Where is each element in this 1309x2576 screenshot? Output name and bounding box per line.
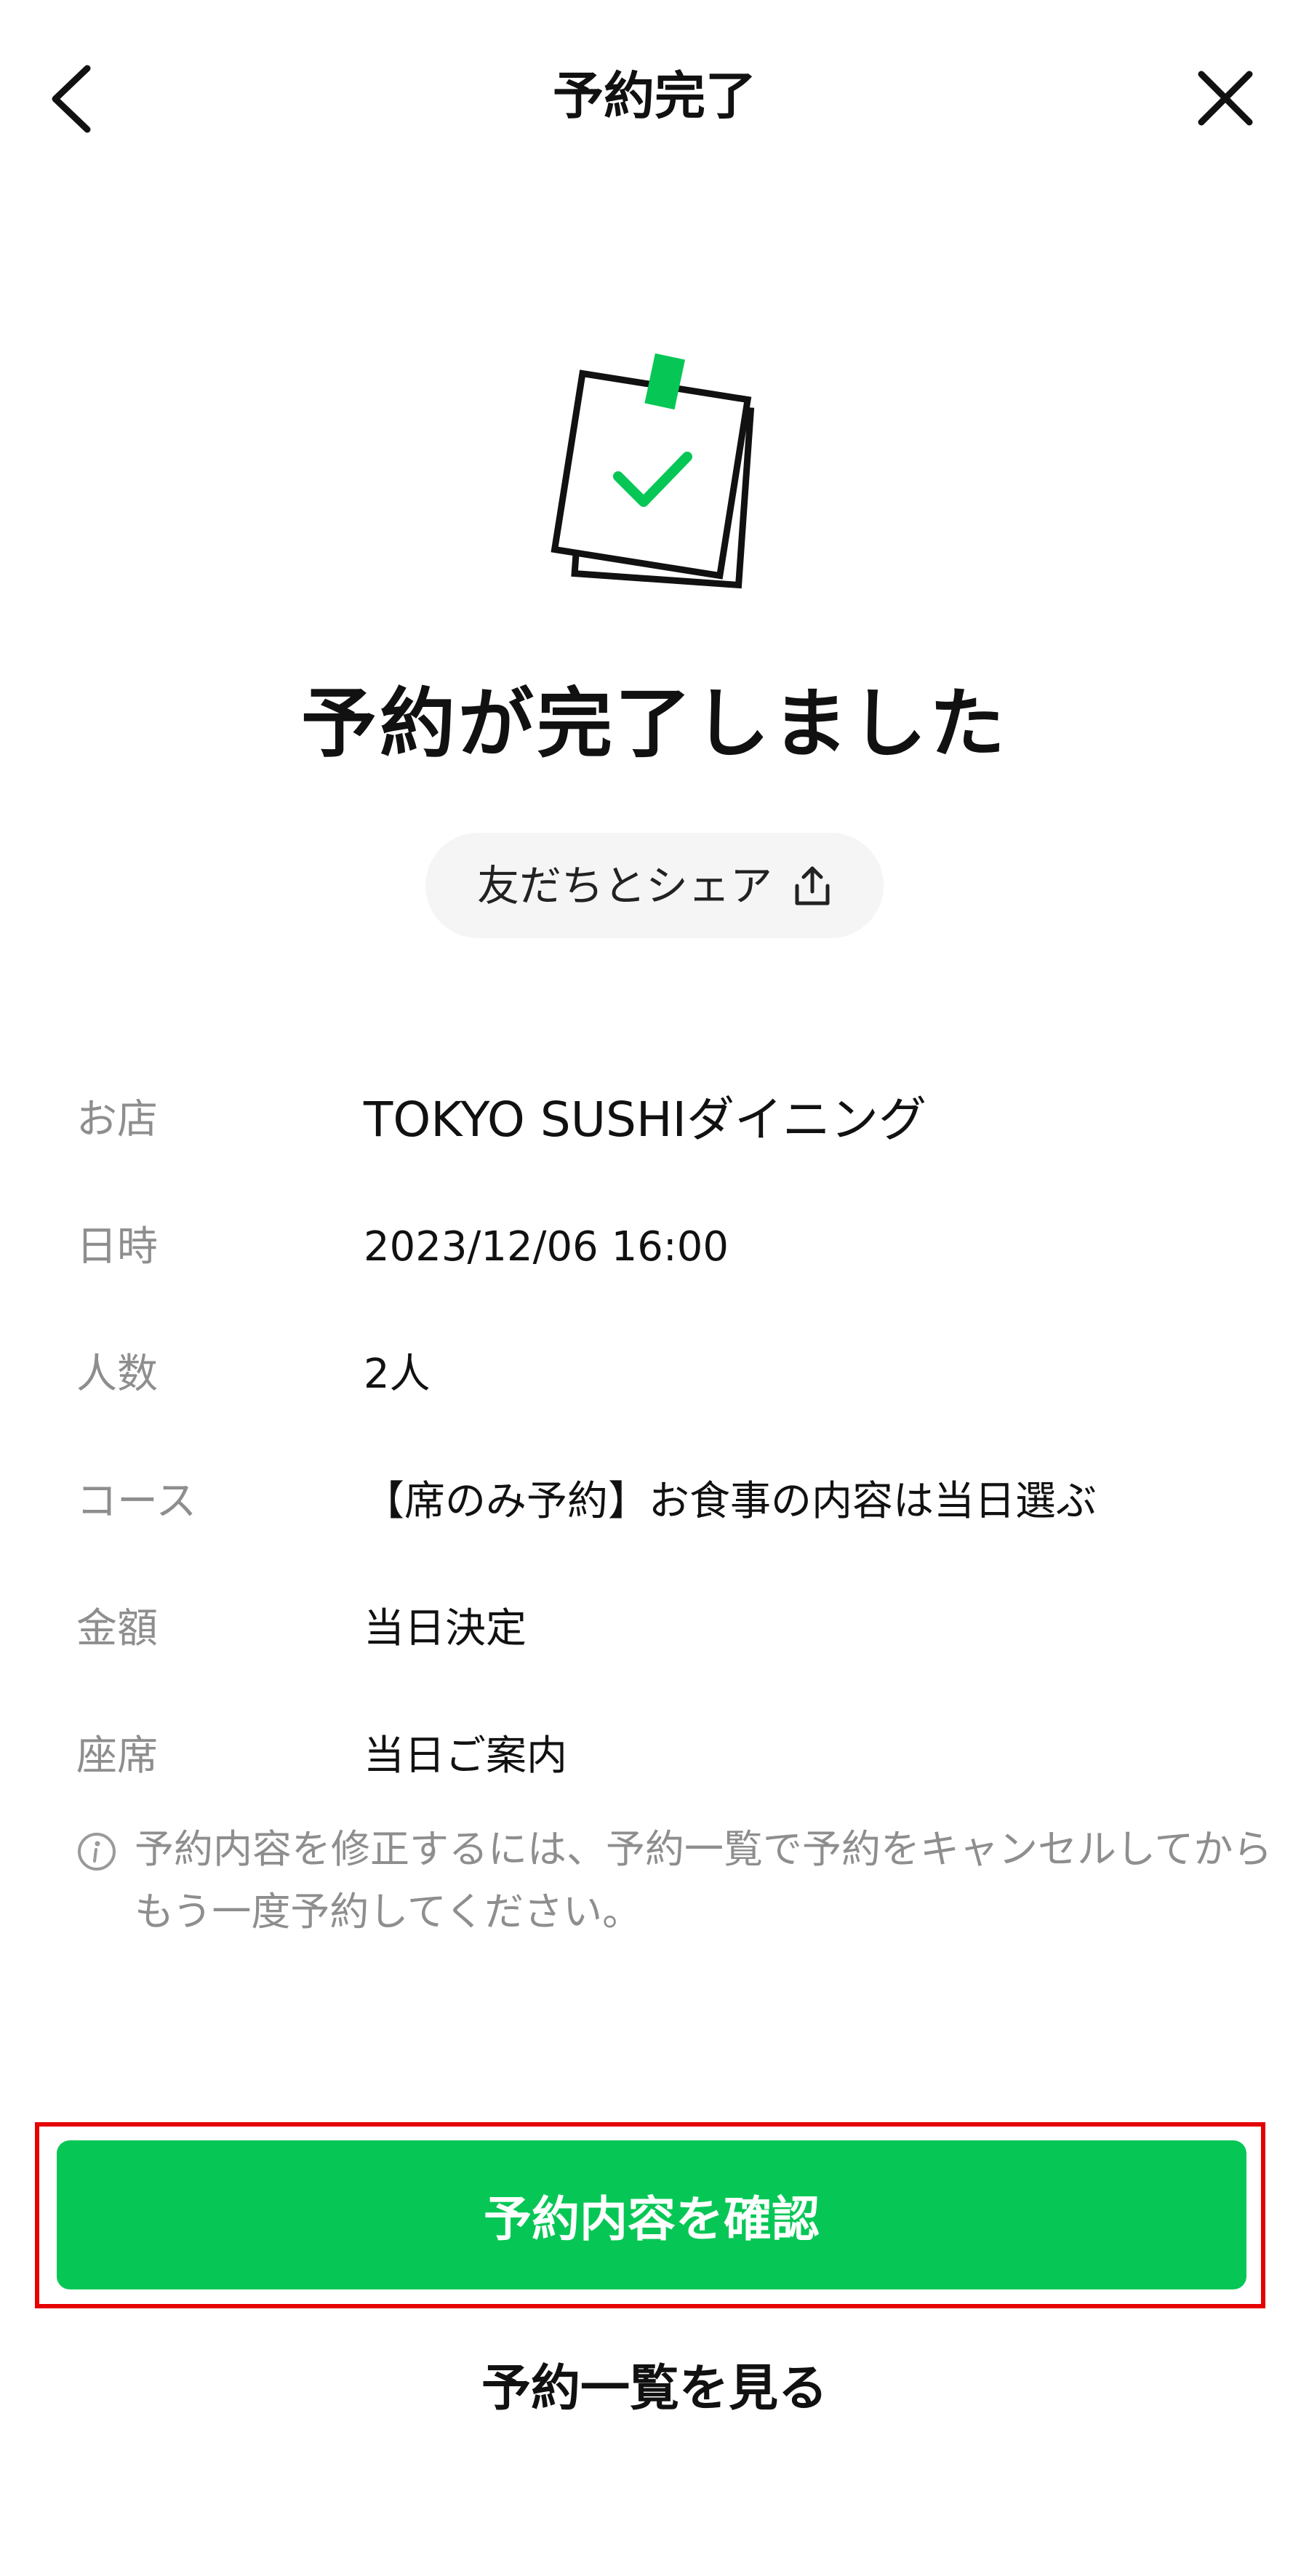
close-icon: [1198, 71, 1253, 126]
share-button-label: 友だちとシェア: [476, 860, 772, 911]
detail-row-course: コース 【席のみ予約】お食事の内容は当日選ぶ: [0, 1465, 1309, 1538]
info-icon: [78, 1833, 116, 1871]
detail-label: 座席: [76, 1732, 158, 1780]
share-with-friends-button[interactable]: 友だちとシェア: [425, 833, 884, 938]
price-value: 当日決定: [364, 1605, 527, 1652]
detail-row-seat: 座席 当日ご案内: [0, 1720, 1309, 1793]
detail-label: コース: [76, 1478, 197, 1525]
detail-row-party-size: 人数 2人: [0, 1338, 1309, 1411]
party-size: 2人: [364, 1351, 431, 1398]
completion-title: 予約が完了しました: [300, 679, 1008, 768]
detail-label: 金額: [76, 1605, 158, 1652]
detail-label: お店: [76, 1096, 158, 1143]
notice-text: 予約内容を修正するには、予約一覧で予約をキャンセルしてからもう一度予約してくださ…: [135, 1826, 1273, 1935]
detail-row-store: お店 TOKYO SUSHIダイニング: [0, 1084, 1309, 1156]
close-button[interactable]: [1178, 51, 1273, 145]
header-bar: 予約完了: [0, 0, 1309, 196]
seat-value: 当日ご案内: [364, 1732, 567, 1780]
detail-row-datetime: 日時 2023/12/06 16:00: [0, 1211, 1309, 1284]
confirm-reservation-button[interactable]: 予約内容を確認: [57, 2140, 1246, 2289]
view-reservation-list-button[interactable]: 予約一覧を見る: [0, 2349, 1309, 2429]
detail-row-price: 金額 当日決定: [0, 1593, 1309, 1665]
page-title: 予約完了: [553, 66, 756, 126]
detail-label: 人数: [76, 1351, 158, 1398]
checked-note-icon: [531, 349, 778, 611]
store-name: TOKYO SUSHIダイニング: [364, 1092, 927, 1148]
reservation-datetime: 2023/12/06 16:00: [364, 1223, 729, 1271]
share-icon: [795, 866, 830, 905]
detail-label: 日時: [76, 1223, 158, 1271]
course-name: 【席のみ予約】お食事の内容は当日選ぶ: [364, 1478, 1097, 1525]
